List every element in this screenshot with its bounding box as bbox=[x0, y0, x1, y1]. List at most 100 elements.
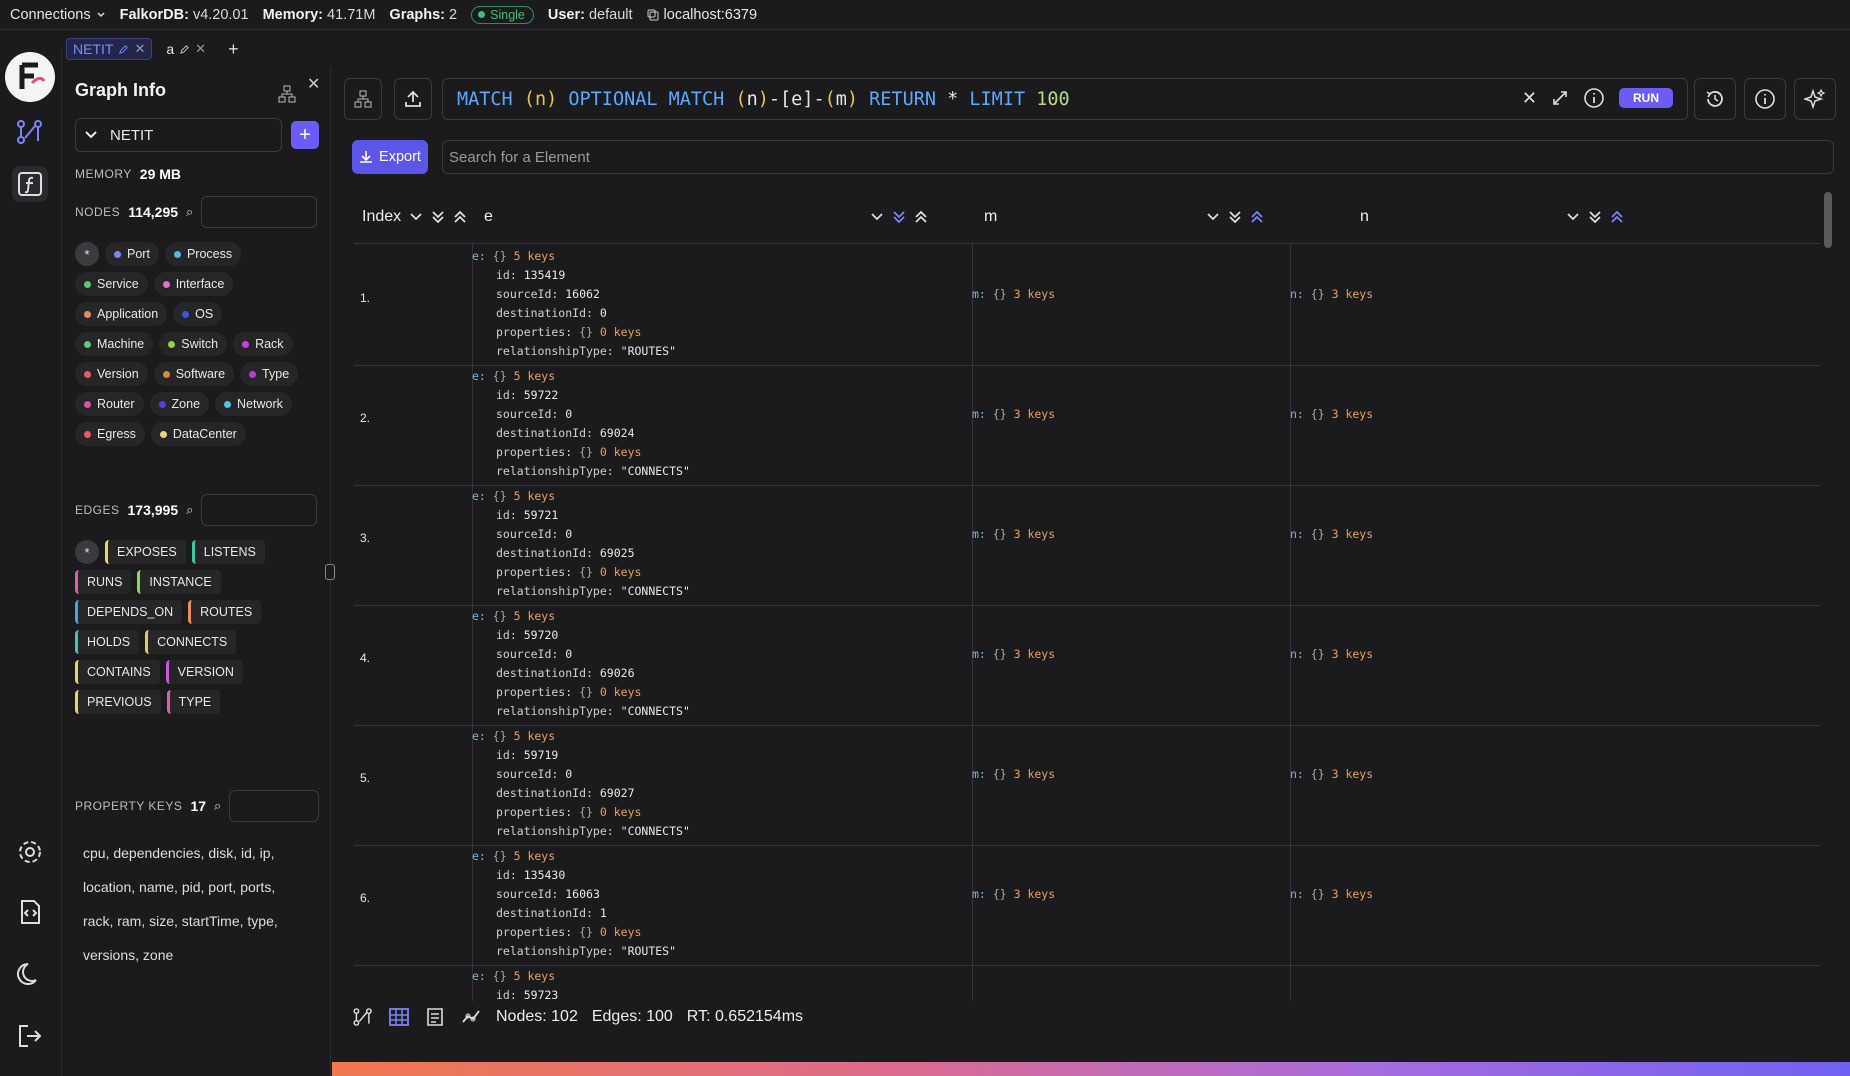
node-label-chip[interactable]: Zone bbox=[149, 392, 210, 416]
json-line[interactable]: e: {} 5 keys bbox=[472, 967, 555, 986]
node-label-chip[interactable]: Rack bbox=[233, 332, 293, 356]
search-icon[interactable]: ⌕ bbox=[186, 502, 193, 518]
node-label-chip[interactable]: Port bbox=[105, 242, 159, 266]
graph-select[interactable]: NETIT bbox=[75, 118, 282, 152]
m-cell[interactable]: m: {} 3 keys bbox=[972, 767, 1055, 781]
edge-type-chip[interactable]: EXPOSES bbox=[105, 540, 186, 564]
all-edges-chip[interactable]: * bbox=[75, 540, 99, 564]
m-cell[interactable]: m: {} 3 keys bbox=[972, 287, 1055, 301]
collapse-all-icon[interactable] bbox=[914, 210, 928, 224]
chevron-down-icon[interactable] bbox=[1206, 210, 1220, 224]
node-label-chip[interactable]: Process bbox=[164, 242, 242, 266]
metadata-view-icon[interactable] bbox=[460, 1006, 482, 1028]
json-line[interactable]: e: {} 5 keys bbox=[472, 727, 555, 746]
text-view-icon[interactable] bbox=[424, 1006, 446, 1028]
all-labels-chip[interactable]: * bbox=[75, 242, 99, 266]
m-cell[interactable]: m: {} 3 keys bbox=[972, 647, 1055, 661]
functions-nav-button[interactable] bbox=[12, 166, 48, 202]
column-header-n[interactable]: n bbox=[1360, 191, 1369, 243]
edge-type-chip[interactable]: DEPENDS_ON bbox=[75, 600, 183, 624]
edge-type-chip[interactable]: CONNECTS bbox=[145, 630, 237, 654]
expand-all-icon[interactable] bbox=[1228, 210, 1242, 224]
element-search-input[interactable]: Search for a Element bbox=[442, 140, 1834, 174]
node-label-chip[interactable]: Version bbox=[75, 362, 148, 386]
logout-button[interactable] bbox=[12, 1018, 48, 1054]
history-button[interactable] bbox=[1694, 78, 1736, 120]
node-label-chip[interactable]: Router bbox=[75, 392, 144, 416]
tab-netit[interactable]: NETIT ✕ bbox=[66, 38, 153, 60]
column-header-e[interactable]: e bbox=[484, 191, 493, 243]
n-cell[interactable]: n: {} 3 keys bbox=[1290, 287, 1373, 301]
collapse-all-icon[interactable] bbox=[1610, 210, 1624, 224]
close-icon[interactable]: ✕ bbox=[195, 41, 206, 57]
m-cell[interactable]: m: {} 3 keys bbox=[972, 887, 1055, 901]
node-label-chip[interactable]: Application bbox=[75, 302, 168, 326]
clear-query-icon[interactable]: ✕ bbox=[1522, 88, 1537, 109]
column-header-m[interactable]: m bbox=[984, 191, 997, 243]
pencil-icon[interactable] bbox=[179, 44, 190, 55]
upload-button[interactable] bbox=[394, 78, 432, 120]
chevron-down-icon[interactable] bbox=[409, 210, 423, 224]
table-row[interactable]: 2. e: {} 5 keys id: 59722 sourceId: 0 destin… bbox=[354, 365, 1820, 486]
ai-assistant-button[interactable] bbox=[1794, 78, 1836, 120]
query-editor[interactable]: MATCH (n) OPTIONAL MATCH (n)-[e]-(m) RET… bbox=[442, 78, 1688, 120]
node-label-chip[interactable]: Machine bbox=[75, 332, 154, 356]
m-cell[interactable]: m: {} 3 keys bbox=[972, 527, 1055, 541]
json-line[interactable]: e: {} 5 keys bbox=[472, 247, 555, 266]
add-graph-button[interactable]: + bbox=[291, 121, 319, 149]
column-header-index[interactable]: Index bbox=[362, 191, 467, 243]
collapse-all-icon[interactable] bbox=[1250, 210, 1264, 224]
json-line[interactable]: e: {} 5 keys bbox=[472, 607, 555, 626]
expand-all-icon[interactable] bbox=[1588, 210, 1602, 224]
table-row[interactable]: 5. e: {} 5 keys id: 59719 sourceId: 0 destin… bbox=[354, 725, 1820, 846]
json-line[interactable]: e: {} 5 keys bbox=[472, 847, 555, 866]
node-label-chip[interactable]: Egress bbox=[75, 422, 145, 446]
n-cell[interactable]: n: {} 3 keys bbox=[1290, 527, 1373, 541]
n-cell[interactable]: n: {} 3 keys bbox=[1290, 407, 1373, 421]
chevron-down-icon[interactable] bbox=[870, 210, 884, 224]
close-panel-icon[interactable]: ✕ bbox=[307, 74, 320, 94]
close-icon[interactable]: ✕ bbox=[134, 41, 145, 57]
expand-icon[interactable] bbox=[1551, 89, 1569, 107]
falkordb-logo[interactable] bbox=[5, 52, 55, 102]
edge-type-chip[interactable]: LISTENS bbox=[191, 540, 265, 564]
export-button[interactable]: Export bbox=[352, 140, 428, 174]
n-cell[interactable]: n: {} 3 keys bbox=[1290, 887, 1373, 901]
query-text[interactable]: MATCH (n) OPTIONAL MATCH (n)-[e]-(m) RET… bbox=[457, 89, 1070, 110]
m-cell[interactable]: m: {} 3 keys bbox=[972, 407, 1055, 421]
edge-type-chip[interactable]: VERSION bbox=[165, 660, 243, 684]
table-scrollbar[interactable] bbox=[1824, 192, 1832, 248]
table-view-icon[interactable] bbox=[388, 1006, 410, 1028]
tab-a[interactable]: a ✕ bbox=[160, 39, 212, 59]
graph-view-icon[interactable] bbox=[352, 1006, 374, 1028]
schema-nav-button[interactable] bbox=[12, 114, 48, 150]
node-label-chip[interactable]: Software bbox=[153, 362, 235, 386]
json-line[interactable]: e: {} 5 keys bbox=[472, 487, 555, 506]
nodes-search-input[interactable] bbox=[201, 196, 318, 228]
edge-type-chip[interactable]: RUNS bbox=[75, 570, 132, 594]
table-row[interactable]: e: {} 5 keys id: 59723 bbox=[354, 965, 1820, 1001]
table-row[interactable]: 6. e: {} 5 keys id: 135430 sourceId: 16063 d… bbox=[354, 845, 1820, 966]
collapse-all-icon[interactable] bbox=[453, 210, 467, 224]
table-row[interactable]: 4. e: {} 5 keys id: 59720 sourceId: 0 destin… bbox=[354, 605, 1820, 726]
node-label-chip[interactable]: Network bbox=[215, 392, 292, 416]
run-button[interactable]: RUN bbox=[1619, 88, 1673, 108]
expand-all-icon[interactable] bbox=[892, 210, 906, 224]
edge-type-chip[interactable]: PREVIOUS bbox=[75, 690, 161, 714]
add-tab-button[interactable]: + bbox=[220, 39, 247, 60]
edge-type-chip[interactable]: INSTANCE bbox=[137, 570, 221, 594]
edge-type-chip[interactable]: ROUTES bbox=[188, 600, 262, 624]
node-label-chip[interactable]: Service bbox=[75, 272, 148, 296]
expand-all-icon[interactable] bbox=[431, 210, 445, 224]
edge-type-chip[interactable]: TYPE bbox=[166, 690, 221, 714]
table-row[interactable]: 1. e: {} 5 keys id: 135419 sourceId: 16062 d… bbox=[354, 245, 1820, 366]
edge-type-chip[interactable]: CONTAINS bbox=[75, 660, 160, 684]
node-label-chip[interactable]: Interface bbox=[153, 272, 234, 296]
chevron-down-icon[interactable] bbox=[1566, 210, 1580, 224]
settings-button[interactable] bbox=[12, 834, 48, 870]
theme-toggle[interactable] bbox=[12, 956, 48, 992]
node-label-chip[interactable]: Type bbox=[240, 362, 299, 386]
search-icon[interactable]: ⌕ bbox=[186, 204, 193, 220]
n-cell[interactable]: n: {} 3 keys bbox=[1290, 647, 1373, 661]
edge-type-chip[interactable]: HOLDS bbox=[75, 630, 140, 654]
